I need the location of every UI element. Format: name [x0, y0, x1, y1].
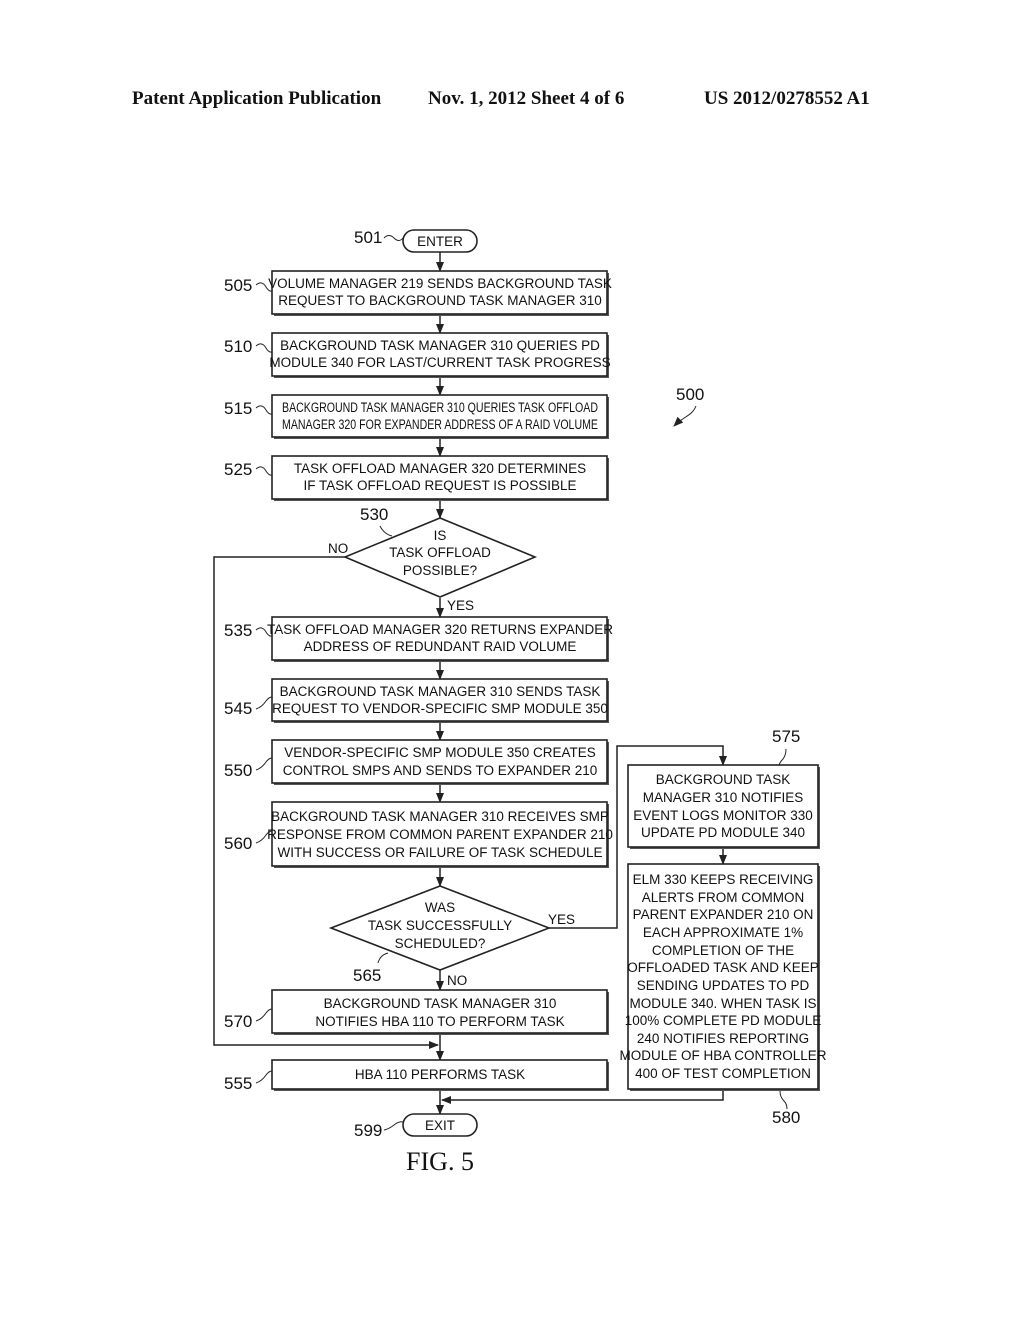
svg-text:BACKGROUND TASK MANAGER 310 RE: BACKGROUND TASK MANAGER 310 RECEIVES SMP: [271, 809, 609, 824]
decision-565: WAS TASK SUCCESSFULLY SCHEDULED? 565 YES…: [328, 885, 575, 988]
svg-text:505: 505: [224, 276, 252, 295]
decision-565-yes-label: YES: [548, 912, 575, 927]
svg-text:TASK OFFLOAD: TASK OFFLOAD: [389, 545, 491, 560]
svg-text:SCHEDULED?: SCHEDULED?: [395, 936, 486, 951]
decision-530-no-label: NO: [328, 541, 348, 556]
flowchart: 500 ENTER 501 VOLUME MANAGER 219 SENDS B…: [213, 228, 827, 1176]
step-580: ELM 330 KEEPS RECEIVING ALERTS FROM COMM…: [619, 863, 827, 1127]
exit-terminal: EXIT 599: [354, 1113, 478, 1140]
step-550: VENDOR-SPECIFIC SMP MODULE 350 CREATES C…: [224, 739, 609, 785]
svg-text:BACKGROUND TASK MANAGER 310: BACKGROUND TASK MANAGER 310: [324, 996, 557, 1011]
svg-text:515: 515: [224, 399, 252, 418]
svg-text:575: 575: [772, 727, 800, 746]
svg-text:ADDRESS OF REDUNDANT RAID VOLU: ADDRESS OF REDUNDANT RAID VOLUME: [304, 639, 577, 654]
svg-text:VENDOR-SPECIFIC SMP MODULE 350: VENDOR-SPECIFIC SMP MODULE 350 CREATES: [284, 745, 596, 760]
enter-terminal: ENTER 501: [354, 228, 478, 253]
svg-text:BACKGROUND TASK: BACKGROUND TASK: [656, 772, 791, 787]
step-505: VOLUME MANAGER 219 SENDS BACKGROUND TASK…: [224, 270, 612, 316]
decision-530-yes-label: YES: [447, 598, 474, 613]
svg-text:REQUEST TO VENDOR-SPECIFIC SMP: REQUEST TO VENDOR-SPECIFIC SMP MODULE 35…: [272, 701, 608, 716]
svg-text:501: 501: [354, 228, 382, 247]
svg-text:EACH APPROXIMATE 1%: EACH APPROXIMATE 1%: [643, 925, 803, 940]
svg-text:MANAGER 310 NOTIFIES: MANAGER 310 NOTIFIES: [643, 790, 804, 805]
svg-text:100% COMPLETE PD MODULE: 100% COMPLETE PD MODULE: [625, 1013, 822, 1028]
svg-text:TASK OFFLOAD MANAGER 320 RETUR: TASK OFFLOAD MANAGER 320 RETURNS EXPANDE…: [267, 622, 613, 637]
svg-text:REQUEST TO BACKGROUND TASK MAN: REQUEST TO BACKGROUND TASK MANAGER 310: [278, 293, 602, 308]
svg-text:SENDING UPDATES TO PD: SENDING UPDATES TO PD: [637, 978, 810, 993]
svg-text:MODULE 340 FOR LAST/CURRENT TA: MODULE 340 FOR LAST/CURRENT TASK PROGRES…: [269, 355, 610, 370]
svg-text:EXIT: EXIT: [425, 1118, 455, 1133]
svg-text:PARENT EXPANDER 210 ON: PARENT EXPANDER 210 ON: [633, 907, 814, 922]
decision-565-no-label: NO: [447, 973, 467, 988]
svg-text:535: 535: [224, 621, 252, 640]
svg-text:240 NOTIFIES REPORTING: 240 NOTIFIES REPORTING: [637, 1031, 809, 1046]
svg-text:IS: IS: [434, 528, 447, 543]
svg-text:WITH SUCCESS OR FAILURE OF TAS: WITH SUCCESS OR FAILURE OF TASK SCHEDULE: [277, 845, 602, 860]
svg-text:HBA 110 PERFORMS TASK: HBA 110 PERFORMS TASK: [355, 1067, 525, 1082]
step-535: TASK OFFLOAD MANAGER 320 RETURNS EXPANDE…: [224, 616, 613, 662]
svg-text:COMPLETION OF THE: COMPLETION OF THE: [652, 943, 794, 958]
step-515: BACKGROUND TASK MANAGER 310 QUERIES TASK…: [224, 394, 609, 439]
svg-text:CONTROL SMPS AND SENDS TO EXPA: CONTROL SMPS AND SENDS TO EXPANDER 210: [283, 763, 598, 778]
svg-text:545: 545: [224, 699, 252, 718]
step-555: HBA 110 PERFORMS TASK 555: [224, 1059, 609, 1093]
svg-text:TASK SUCCESSFULLY: TASK SUCCESSFULLY: [368, 918, 512, 933]
svg-text:400 OF TEST COMPLETION: 400 OF TEST COMPLETION: [635, 1066, 811, 1081]
svg-text:510: 510: [224, 337, 252, 356]
svg-text:BACKGROUND TASK MANAGER 310 QU: BACKGROUND TASK MANAGER 310 QUERIES TASK…: [282, 400, 598, 415]
svg-text:MODULE OF HBA CONTROLLER: MODULE OF HBA CONTROLLER: [619, 1048, 826, 1063]
svg-text:570: 570: [224, 1012, 252, 1031]
step-510: BACKGROUND TASK MANAGER 310 QUERIES PD M…: [224, 332, 611, 378]
figure-caption: FIG. 5: [406, 1147, 474, 1176]
step-560: BACKGROUND TASK MANAGER 310 RECEIVES SMP…: [224, 801, 613, 868]
figure-ref-500: 500: [673, 385, 704, 427]
svg-text:EVENT LOGS MONITOR 330: EVENT LOGS MONITOR 330: [633, 808, 813, 823]
step-570: BACKGROUND TASK MANAGER 310 NOTIFIES HBA…: [224, 989, 609, 1035]
svg-text:BACKGROUND TASK MANAGER 310 QU: BACKGROUND TASK MANAGER 310 QUERIES PD: [280, 338, 600, 353]
svg-text:RESPONSE FROM COMMON PARENT EX: RESPONSE FROM COMMON PARENT EXPANDER 210: [267, 827, 613, 842]
svg-text:550: 550: [224, 761, 252, 780]
step-545: BACKGROUND TASK MANAGER 310 SENDS TASK R…: [224, 678, 609, 723]
svg-text:560: 560: [224, 834, 252, 853]
svg-text:555: 555: [224, 1074, 252, 1093]
svg-text:525: 525: [224, 460, 252, 479]
svg-text:WAS: WAS: [425, 900, 455, 915]
svg-text:VOLUME MANAGER 219 SENDS BACKG: VOLUME MANAGER 219 SENDS BACKGROUND TASK: [268, 276, 612, 291]
svg-text:BACKGROUND TASK MANAGER 310 SE: BACKGROUND TASK MANAGER 310 SENDS TASK: [280, 684, 601, 699]
svg-text:UPDATE PD MODULE 340: UPDATE PD MODULE 340: [641, 825, 805, 840]
decision-530: IS TASK OFFLOAD POSSIBLE? 530 NO YES: [328, 505, 538, 613]
svg-text:NOTIFIES HBA 110 TO PERFORM TA: NOTIFIES HBA 110 TO PERFORM TASK: [315, 1014, 564, 1029]
svg-text:565: 565: [353, 966, 381, 985]
svg-text:TASK OFFLOAD MANAGER 320 DETER: TASK OFFLOAD MANAGER 320 DETERMINES: [294, 461, 586, 476]
svg-text:POSSIBLE?: POSSIBLE?: [403, 563, 477, 578]
svg-text:ALERTS FROM COMMON: ALERTS FROM COMMON: [642, 890, 805, 905]
svg-text:580: 580: [772, 1108, 800, 1127]
svg-text:599: 599: [354, 1121, 382, 1140]
svg-text:530: 530: [360, 505, 388, 524]
svg-text:MODULE 340. WHEN TASK IS: MODULE 340. WHEN TASK IS: [629, 996, 816, 1011]
svg-text:MANAGER 320 FOR EXPANDER ADDRE: MANAGER 320 FOR EXPANDER ADDRESS OF A RA…: [282, 417, 598, 432]
svg-text:IF TASK OFFLOAD REQUEST IS POS: IF TASK OFFLOAD REQUEST IS POSSIBLE: [303, 478, 576, 493]
svg-text:500: 500: [676, 385, 704, 404]
svg-text:OFFLOADED TASK AND KEEP: OFFLOADED TASK AND KEEP: [627, 960, 819, 975]
svg-text:ELM 330 KEEPS RECEIVING: ELM 330 KEEPS RECEIVING: [633, 872, 814, 887]
step-525: TASK OFFLOAD MANAGER 320 DETERMINES IF T…: [224, 455, 609, 501]
svg-text:ENTER: ENTER: [417, 234, 463, 249]
